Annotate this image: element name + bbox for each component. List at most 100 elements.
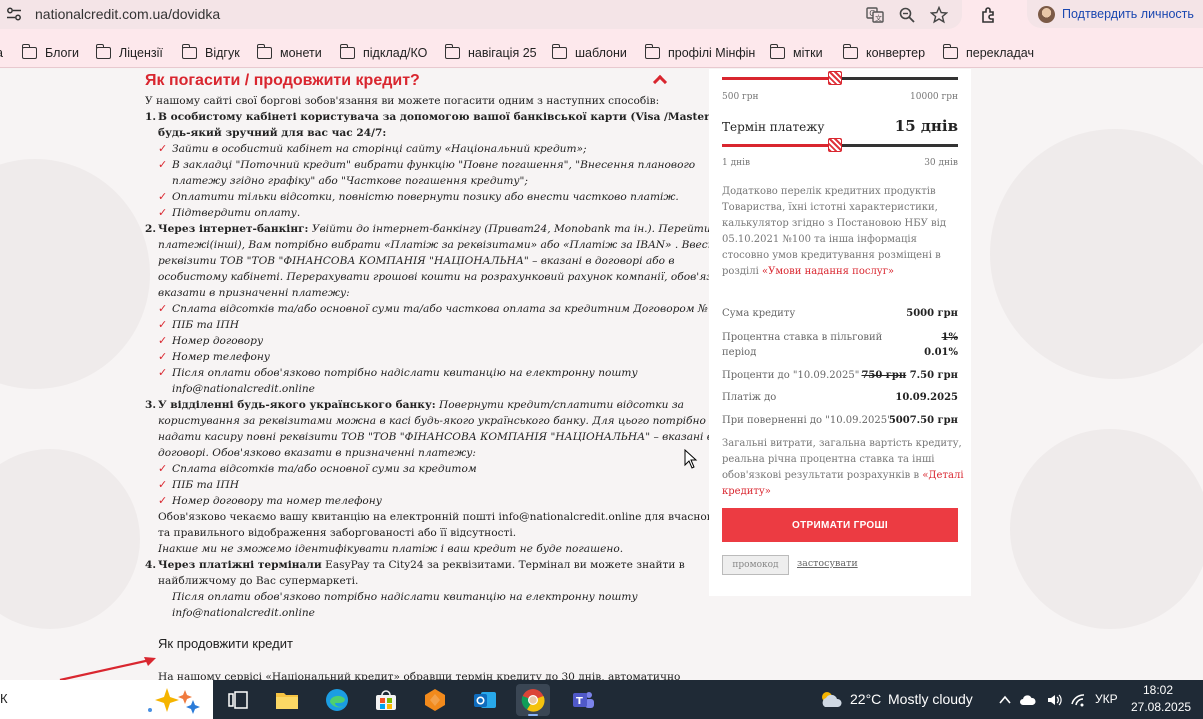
check-icon: ✓ <box>158 366 168 379</box>
email-link[interactable]: info@nationalcredit.online <box>172 381 315 397</box>
check-icon: ✓ <box>158 318 168 331</box>
method-2-text: вказати в призначенні платежу: <box>158 287 350 299</box>
chrome-button[interactable] <box>516 684 550 716</box>
temperature[interactable]: 22°C <box>850 691 881 707</box>
file-explorer-button[interactable] <box>270 684 304 716</box>
method-2-text: реквізити ТОВ "ТОВ "ФІНАНСОВА КОМПАНІЯ "… <box>158 255 675 267</box>
task-view-button[interactable] <box>221 684 255 716</box>
folder-icon <box>21 44 37 59</box>
rate-old: 1% <box>941 332 958 343</box>
chevron-up-icon[interactable] <box>997 692 1013 708</box>
term-label: Термін платежу <box>722 120 825 134</box>
list-item: Номер телефону <box>172 351 270 363</box>
amount-slider-handle[interactable] <box>828 71 842 85</box>
list-item: Номер договору та номер телефону <box>172 495 382 507</box>
check-icon: ✓ <box>158 302 168 315</box>
weather-text[interactable]: Mostly cloudy <box>888 691 973 707</box>
method-4-text: найближчому до Вас супермаркеті. <box>158 575 359 587</box>
check-icon: ✓ <box>158 190 168 203</box>
clock-time[interactable]: 18:02 <box>1143 683 1173 697</box>
extensions-icon[interactable] <box>979 5 999 25</box>
chevron-up-icon[interactable] <box>652 74 668 90</box>
cloud-sun-icon[interactable] <box>818 689 844 709</box>
bookmark-folder-licenses[interactable]: Ліцензії <box>95 44 163 62</box>
list-item: ПІБ та ІПН <box>172 319 239 331</box>
bookmark-folder-translator[interactable]: перекладач <box>942 44 1034 62</box>
folder-icon <box>644 44 660 59</box>
microsoft-store-button[interactable] <box>369 684 403 716</box>
edge-button[interactable] <box>320 684 354 716</box>
bookmark-folder-tags[interactable]: мітки <box>769 44 823 62</box>
list-item: Після оплати обов'язково потрібно надісл… <box>172 367 638 379</box>
store-icon <box>376 690 396 710</box>
bookmark-item-cut[interactable]: а <box>0 44 3 62</box>
details-link[interactable]: «Деталі <box>922 470 963 481</box>
mouse-pointer-icon <box>684 449 698 469</box>
onedrive-cloud-icon[interactable] <box>1020 692 1036 708</box>
profile-button[interactable]: Подтвердить личность <box>1027 0 1203 28</box>
chrome-icon <box>521 689 545 712</box>
return-label: При поверненні до "10.09.2025" <box>722 415 892 426</box>
folder-icon <box>95 44 111 59</box>
info-text: стосовно умов кредитування розміщені в <box>722 250 941 261</box>
bookmark-folder-navigation[interactable]: навігація 25 <box>444 44 537 62</box>
method-3: У відділенні будь-якого українського бан… <box>158 399 684 411</box>
pay-value: 10.09.2025 <box>895 392 958 403</box>
bookmark-folder-review[interactable]: Відгук <box>181 44 240 62</box>
term-slider-fill <box>722 144 835 147</box>
bookmark-folder-templates[interactable]: шаблони <box>551 44 627 62</box>
loan-calculator: 500 грн 10000 грн Термін платежу 15 днів… <box>709 69 971 596</box>
outlook-button[interactable] <box>468 684 502 716</box>
bookmark-star-icon[interactable] <box>930 6 948 24</box>
zoom-icon[interactable] <box>898 6 916 24</box>
bookmark-folder-minfin[interactable]: профілі Мінфін <box>644 44 755 62</box>
terms-link[interactable]: «Умови надання послуг» <box>762 266 894 277</box>
method-2-text: платежі(інші), Вам потрібно вибрати «Пла… <box>158 239 725 251</box>
apply-promo-link[interactable]: застосувати <box>797 558 858 569</box>
page-title: Як погасити / продовжити кредит? <box>145 72 420 89</box>
rate-label: Процентна ставка в пільговий <box>722 332 883 343</box>
taskbar-search[interactable]: К <box>0 680 213 719</box>
copilot-sparkle-icon[interactable] <box>145 686 205 714</box>
term-value: 15 днів <box>894 117 958 135</box>
translate-icon[interactable]: G 文 <box>866 6 884 24</box>
bookmark-folder-blogs[interactable]: Блоги <box>21 44 79 62</box>
background-ornament <box>1010 429 1203 629</box>
wifi-icon[interactable] <box>1070 692 1086 708</box>
folder-icon <box>444 44 460 59</box>
email-link[interactable]: info@nationalcredit.online <box>172 605 315 621</box>
get-money-button[interactable]: ОТРИМАТИ ГРОШІ <box>722 508 958 542</box>
speaker-icon[interactable] <box>1046 692 1062 708</box>
list-number: 4. <box>145 559 157 571</box>
info-text: 05.10.2021 №100 та інша інформація <box>722 234 917 245</box>
info-text: Додатково перелік кредитних продуктів <box>722 186 936 197</box>
promo-code-input[interactable]: промокод <box>722 555 789 575</box>
amount-min: 500 грн <box>722 92 759 102</box>
app-orange-icon <box>425 689 445 711</box>
bookmark-folder-coins[interactable]: монети <box>256 44 322 62</box>
language-indicator[interactable]: УКР <box>1095 692 1118 706</box>
method-4: Через платіжні термінали EasyPay та City… <box>158 559 685 571</box>
details-link[interactable]: кредиту» <box>722 486 771 497</box>
return-value: 5007.50 грн <box>888 415 958 426</box>
sublime-button[interactable] <box>418 684 452 716</box>
bookmark-folder-converter[interactable]: конвертер <box>842 44 925 62</box>
term-slider-handle[interactable] <box>828 138 842 152</box>
term-max: 30 днів <box>924 158 958 168</box>
clock-date[interactable]: 27.08.2025 <box>1131 700 1191 714</box>
info-text: калькулятор згідно з Постановою НБУ від <box>722 218 946 229</box>
method-4-note: Після оплати обов'язково потрібно надісл… <box>172 591 638 603</box>
pay-label: Платіж до <box>722 392 777 403</box>
teams-button[interactable]: T <box>566 684 600 716</box>
list-item: Підтвердити оплату. <box>172 207 301 219</box>
annotation-arrow-icon <box>59 657 156 680</box>
address-bar[interactable]: nationalcredit.com.ua/dovidka G 文 <box>0 0 962 29</box>
check-icon: ✓ <box>158 206 168 219</box>
method-3-text: договорі. Обов'язково вказати в призначе… <box>158 447 476 459</box>
url-text[interactable]: nationalcredit.com.ua/dovidka <box>35 6 220 22</box>
folder-icon <box>181 44 197 59</box>
bookmark-folder-pidklad[interactable]: підклад/КО <box>339 44 427 62</box>
site-settings-icon[interactable] <box>6 7 22 21</box>
body-text: На нашому сервісі «Національний кредит» … <box>158 671 681 680</box>
amount-slider-fill <box>722 77 835 80</box>
